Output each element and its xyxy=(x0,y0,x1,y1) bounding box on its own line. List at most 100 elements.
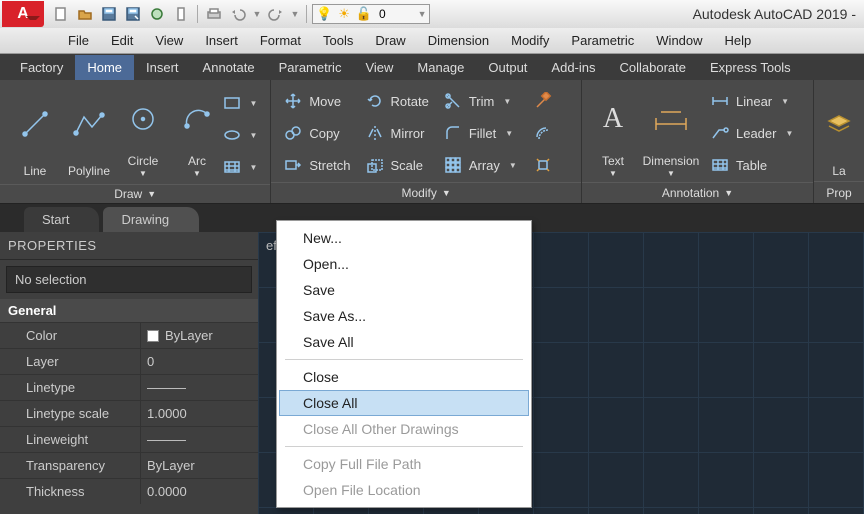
drawing-tab-start[interactable]: Start xyxy=(24,207,99,232)
tab-parametric[interactable]: Parametric xyxy=(267,55,354,80)
tab-addins[interactable]: Add-ins xyxy=(539,55,607,80)
text-button[interactable]: A Text ▼ xyxy=(590,86,636,178)
undo-icon[interactable] xyxy=(227,3,249,25)
menu-insert[interactable]: Insert xyxy=(195,30,248,51)
menu-tools[interactable]: Tools xyxy=(313,30,363,51)
prop-key: Thickness xyxy=(0,479,140,504)
open-icon[interactable] xyxy=(74,3,96,25)
erase-button[interactable] xyxy=(531,88,555,114)
chevron-down-icon[interactable]: ▼ xyxy=(289,3,301,25)
table-button[interactable]: Table xyxy=(710,152,793,178)
array-button[interactable]: Array▼ xyxy=(443,152,517,178)
search-input[interactable] xyxy=(375,7,415,21)
new-icon[interactable] xyxy=(50,3,72,25)
copy-button[interactable]: Copy xyxy=(283,120,350,146)
stretch-label: Stretch xyxy=(309,158,350,173)
save-icon[interactable] xyxy=(98,3,120,25)
rotate-button[interactable]: Rotate xyxy=(365,88,429,114)
prop-row-linetype[interactable]: Linetype——— xyxy=(0,374,258,400)
menu-draw[interactable]: Draw xyxy=(365,30,415,51)
rectangle-button[interactable]: ▼ xyxy=(228,90,252,116)
menu-edit[interactable]: Edit xyxy=(101,30,143,51)
circle-button[interactable]: Circle ▼ xyxy=(116,86,170,178)
panel-modify-title[interactable]: Modify▼ xyxy=(271,182,581,203)
stretch-icon xyxy=(283,156,303,174)
ctx-new[interactable]: New... xyxy=(279,225,529,251)
tab-collaborate[interactable]: Collaborate xyxy=(608,55,699,80)
ellipse-button[interactable]: ▼ xyxy=(228,122,252,148)
tab-expresstools[interactable]: Express Tools xyxy=(698,55,803,80)
tab-manage[interactable]: Manage xyxy=(405,55,476,80)
lock-icon[interactable]: 🔓 xyxy=(353,6,375,22)
dimension-button[interactable]: Dimension ▼ xyxy=(636,86,706,178)
leader-button[interactable]: Leader▼ xyxy=(710,120,793,146)
panel-draw-title[interactable]: Draw▼ xyxy=(0,184,270,203)
tab-home[interactable]: Home xyxy=(75,55,134,80)
web-icon[interactable] xyxy=(146,3,168,25)
bulb-icon[interactable]: 💡 xyxy=(313,6,335,22)
polyline-button[interactable]: Polyline xyxy=(62,86,116,178)
menu-dimension[interactable]: Dimension xyxy=(418,30,499,51)
mirror-button[interactable]: Mirror xyxy=(365,120,429,146)
plot-icon[interactable] xyxy=(203,3,225,25)
offset-button[interactable] xyxy=(531,120,555,146)
scale-label: Scale xyxy=(391,158,424,173)
prop-row-transparency[interactable]: TransparencyByLayer xyxy=(0,452,258,478)
properties-panel: PROPERTIES No selection General ColorByL… xyxy=(0,232,258,514)
drawing-tab-drawing[interactable]: Drawing xyxy=(103,207,199,232)
properties-category-general[interactable]: General xyxy=(0,299,258,322)
menu-window[interactable]: Window xyxy=(646,30,712,51)
tab-factory[interactable]: Factory xyxy=(8,55,75,80)
layer-button[interactable]: La xyxy=(822,86,856,178)
saveas-icon[interactable] xyxy=(122,3,144,25)
chevron-down-icon[interactable]: ▼ xyxy=(251,3,263,25)
properties-selection[interactable]: No selection xyxy=(6,266,252,293)
panel-annotation: A Text ▼ Dimension ▼ Linear▼ Leader▼ Tab… xyxy=(582,80,814,203)
chevron-down-icon[interactable]: ▼ xyxy=(415,3,429,25)
menu-help[interactable]: Help xyxy=(715,30,762,51)
explode-button[interactable] xyxy=(531,152,555,178)
leader-label: Leader xyxy=(736,126,776,141)
chevron-down-icon: ▼ xyxy=(139,169,147,178)
trim-button[interactable]: Trim▼ xyxy=(443,88,517,114)
menu-view[interactable]: View xyxy=(145,30,193,51)
hatch-button[interactable]: ▼ xyxy=(228,154,252,180)
prop-row-thickness[interactable]: Thickness0.0000 xyxy=(0,478,258,504)
menu-format[interactable]: Format xyxy=(250,30,311,51)
array-icon xyxy=(443,156,463,174)
ctx-copypath[interactable]: Copy Full File Path xyxy=(279,451,529,477)
trim-label: Trim xyxy=(469,94,495,109)
prop-row-layer[interactable]: Layer0 xyxy=(0,348,258,374)
sun-icon[interactable]: ☀ xyxy=(335,6,353,22)
menu-parametric[interactable]: Parametric xyxy=(561,30,644,51)
stretch-button[interactable]: Stretch xyxy=(283,152,350,178)
tab-annotate[interactable]: Annotate xyxy=(191,55,267,80)
linear-button[interactable]: Linear▼ xyxy=(710,88,793,114)
ctx-save[interactable]: Save xyxy=(279,277,529,303)
ctx-closeallother[interactable]: Close All Other Drawings xyxy=(279,416,529,442)
ctx-closeall[interactable]: Close All xyxy=(279,390,529,416)
menu-modify[interactable]: Modify xyxy=(501,30,559,51)
fillet-button[interactable]: Fillet▼ xyxy=(443,120,517,146)
prop-row-lineweight[interactable]: Lineweight——— xyxy=(0,426,258,452)
ctx-close[interactable]: Close xyxy=(279,364,529,390)
scale-button[interactable]: Scale xyxy=(365,152,429,178)
prop-row-linetype-scale[interactable]: Linetype scale1.0000 xyxy=(0,400,258,426)
app-logo[interactable]: A xyxy=(2,1,44,27)
tab-insert[interactable]: Insert xyxy=(134,55,191,80)
ctx-saveas[interactable]: Save As... xyxy=(279,303,529,329)
arc-button[interactable]: Arc ▼ xyxy=(170,86,224,178)
tab-output[interactable]: Output xyxy=(476,55,539,80)
prop-row-color[interactable]: ColorByLayer xyxy=(0,322,258,348)
ctx-saveall[interactable]: Save All xyxy=(279,329,529,355)
line-button[interactable]: Line xyxy=(8,86,62,178)
menu-file[interactable]: File xyxy=(58,30,99,51)
ctx-openlocation[interactable]: Open File Location xyxy=(279,477,529,503)
tab-view[interactable]: View xyxy=(353,55,405,80)
redo-icon[interactable] xyxy=(265,3,287,25)
line-label: Line xyxy=(24,164,47,178)
panel-annotation-title[interactable]: Annotation▼ xyxy=(582,182,813,203)
move-button[interactable]: Move xyxy=(283,88,350,114)
ctx-open[interactable]: Open... xyxy=(279,251,529,277)
mobile-icon[interactable] xyxy=(170,3,192,25)
